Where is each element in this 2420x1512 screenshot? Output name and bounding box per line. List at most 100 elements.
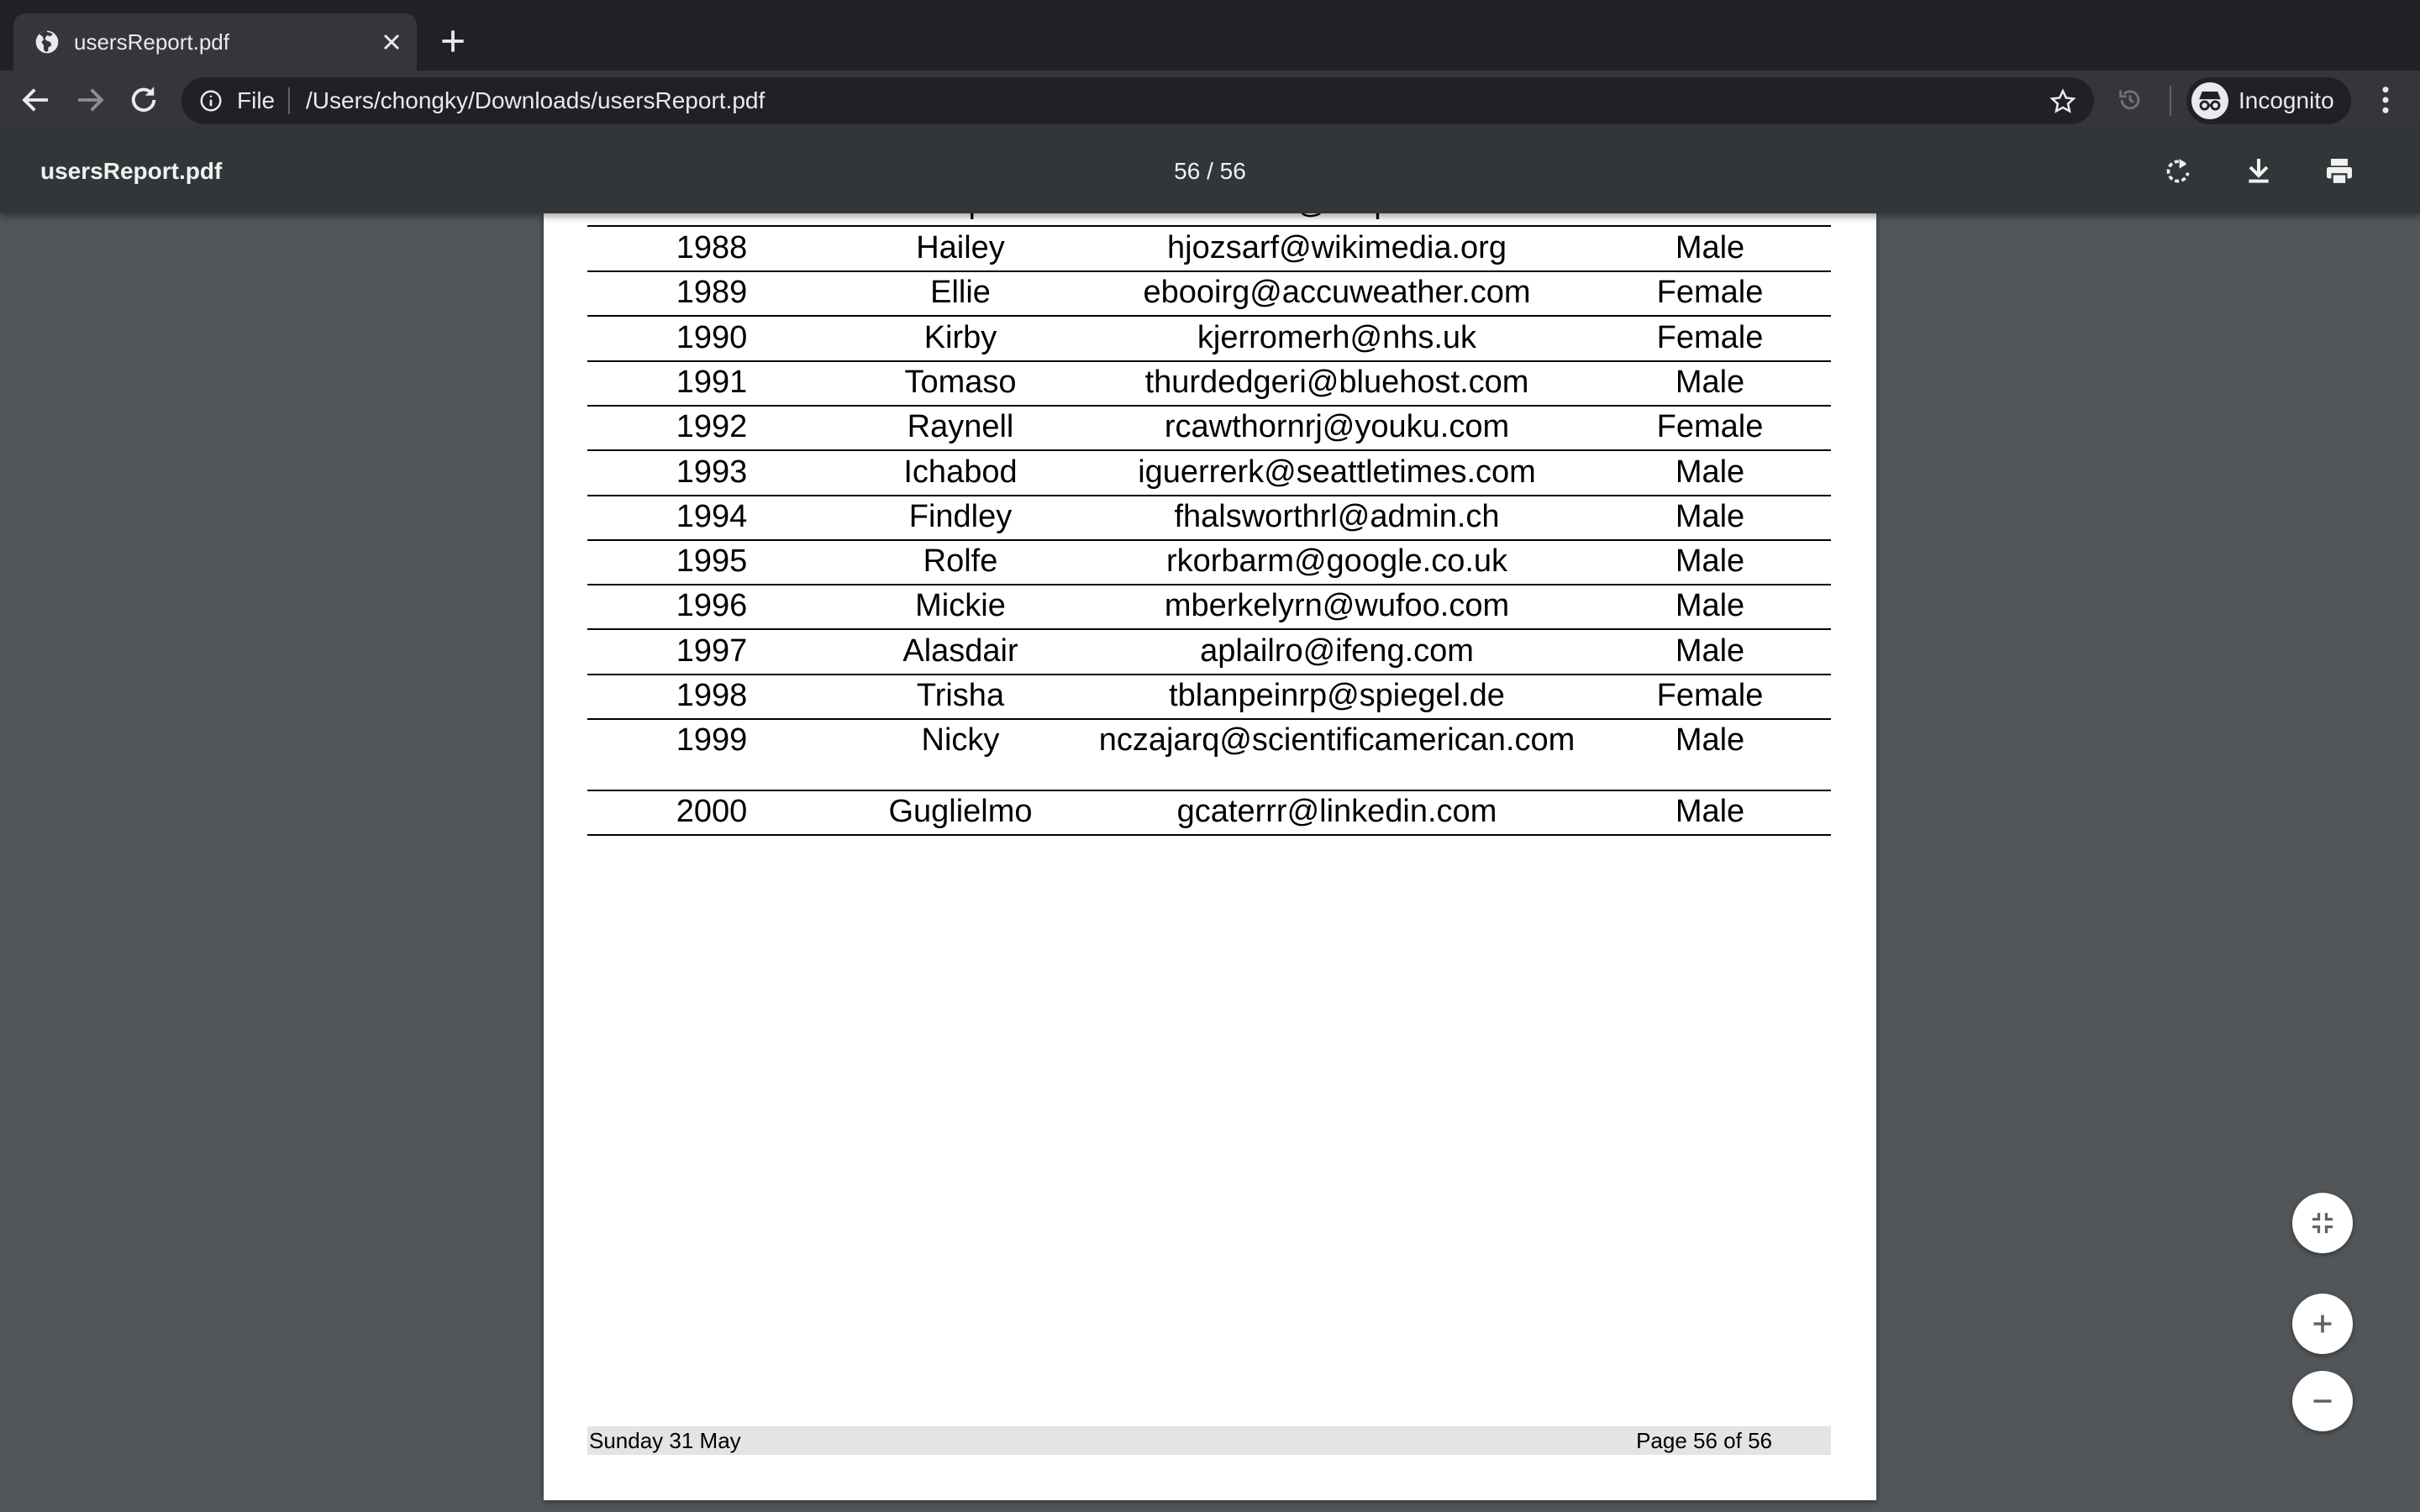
close-icon[interactable] [378,29,405,55]
cell-name: Rolfe [923,543,998,580]
cell-id: 1992 [676,409,748,445]
cell-gender: Female [1656,319,1764,355]
cell-email: aplailro@ifeng.com [1200,633,1474,669]
table-row: 1997 Alasdair aplailro@ifeng.com Male [587,630,1831,675]
cell-email: fhalsworthrl@admin.ch [1174,498,1500,534]
url-text[interactable]: /Users/chongky/Downloads/usersReport.pdf [306,86,765,116]
incognito-icon [2191,82,2228,119]
cell-email: mberkelyrn@wufoo.com [1164,588,1510,624]
url-scheme: File [237,87,276,113]
cell-email: rcawthornrj@youku.com [1164,409,1510,445]
cell-id: 1988 [676,230,748,265]
cell-gender: Female [1589,213,1831,223]
cell-name: Nicky [921,722,1000,759]
cell-email: fruffelsare@dropboxl.com [1085,213,1589,223]
omnibox-divider [288,87,290,114]
table-row: 1991 Tomaso thurdedgeri@bluehost.com Male [587,361,1831,407]
cell-name: Alasdair [902,633,1018,669]
forward-icon[interactable] [72,82,108,118]
zoom-out-icon [2313,1399,2332,1403]
page-footer: Sunday 31 May Page 56 of 56 [587,1426,1831,1455]
zoom-out-button[interactable] [2292,1371,2353,1431]
footer-page-number: Page 56 of 56 [1636,1428,1772,1453]
cell-email: rkorbarm@google.co.uk [1165,543,1508,580]
table-row: 1988 Hailey hjozsarf@wikimedia.org Male [587,227,1831,272]
cell-id: 1990 [676,319,748,355]
pdf-page: 1987 Felipa fruffelsare@dropboxl.com Fem… [544,213,1876,1500]
cell-gender: Male [1675,498,1745,534]
cell-gender: Male [1675,722,1745,759]
cell-name: Trisha [916,678,1005,713]
cell-gender: Female [1656,409,1764,445]
print-icon[interactable] [2323,155,2356,188]
cell-gender: Male [1675,543,1745,580]
star-icon[interactable] [2049,87,2077,116]
cell-email: ebooirg@accuweather.com [1143,275,1531,311]
cell-name: Guglielmo [888,794,1033,830]
cell-id: 1998 [676,678,748,713]
fit-page-button[interactable] [2292,1193,2353,1253]
pdf-toolbar: usersReport.pdf 56 / 56 [0,129,2420,213]
cell-id: 1997 [676,633,748,669]
cell-gender: Female [1656,275,1764,311]
browser-toolbar: File /Users/chongky/Downloads/usersRepor… [0,71,2420,129]
cell-email: tblanpeinrp@spiegel.de [1169,678,1505,713]
cell-email: nczajarq@scientificamerican.com [1098,722,1576,759]
page-indicator[interactable]: 56 / 56 [1126,156,1294,186]
cell-email: gcaterrr@linkedin.com [1176,794,1497,830]
fit-page-icon [2312,1213,2333,1233]
cell-name: Tomaso [904,364,1017,400]
cell-name: Felipa [836,213,1085,223]
address-bar[interactable]: File /Users/chongky/Downloads/usersRepor… [182,77,2094,124]
cell-gender: Male [1675,230,1745,265]
table-row: 1994 Findley fhalsworthrl@admin.ch Male [587,496,1831,541]
profile-label: Incognito [2238,87,2334,113]
cell-id: 1991 [676,364,748,400]
cell-name: Raynell [907,409,1014,445]
table-row: 2000 Guglielmo gcaterrr@linkedin.com Male [587,790,1831,837]
cell-id: 1989 [676,275,748,311]
cell-id: 1999 [676,722,748,759]
tab-strip: usersReport.pdf [0,0,2420,71]
download-icon[interactable] [2242,155,2275,188]
table-row: 1993 Ichabod iguerrerk@seattletimes.com Mal… [587,451,1831,496]
history-icon[interactable] [2116,86,2144,114]
table-row: 1996 Mickie mberkelyrn@wufoo.com Male [587,585,1831,631]
table-row: 1989 Ellie ebooirg@accuweather.com Female [587,271,1831,318]
cell-name: Hailey [916,230,1005,265]
cell-gender: Male [1675,794,1745,830]
info-icon[interactable] [198,88,224,113]
table-row: 1990 Kirby kjerromerh@nhs.uk Female [587,317,1831,362]
cell-id: 1996 [676,588,748,624]
cell-gender: Male [1675,588,1745,624]
toolbar-divider [2170,86,2171,116]
zoom-in-button[interactable] [2292,1294,2353,1354]
cell-name: Ichabod [903,454,1018,490]
table-row: 1992 Raynell rcawthornrj@youku.com Female [587,406,1831,452]
incognito-badge[interactable]: Incognito [2186,77,2351,124]
cell-email: hjozsarf@wikimedia.org [1167,230,1507,265]
cell-id: 1994 [676,498,748,534]
cell-email: iguerrerk@seattletimes.com [1138,454,1536,490]
cell-gender: Female [1656,678,1764,713]
cell-gender: Male [1675,454,1745,490]
reload-icon[interactable] [126,82,161,118]
plus-icon[interactable] [437,25,469,57]
cell-name: Kirby [923,319,997,355]
rotate-icon[interactable] [2161,155,2195,188]
table-row: 1998 Trisha tblanpeinrp@spiegel.de Female [587,675,1831,720]
table-row: 1995 Rolfe rkorbarm@google.co.uk Male [587,540,1831,586]
table-row-partial: 1987 Felipa fruffelsare@dropboxl.com Fem… [587,213,1831,227]
cell-id: 1995 [676,543,748,580]
cell-gender: Male [1675,633,1745,669]
browser-tab[interactable]: usersReport.pdf [13,13,417,71]
globe-icon [35,30,59,54]
cell-id: 1993 [676,454,748,490]
cell-name: Mickie [915,588,1006,624]
cell-name: Findley [908,498,1013,534]
table-row: 1999 Nicky nczajarq@scientificamerican.com… [587,719,1831,792]
more-vert-icon[interactable] [2368,82,2403,118]
back-icon[interactable] [18,82,54,118]
pdf-filename: usersReport.pdf [40,158,223,184]
cell-id: 2000 [676,794,748,830]
